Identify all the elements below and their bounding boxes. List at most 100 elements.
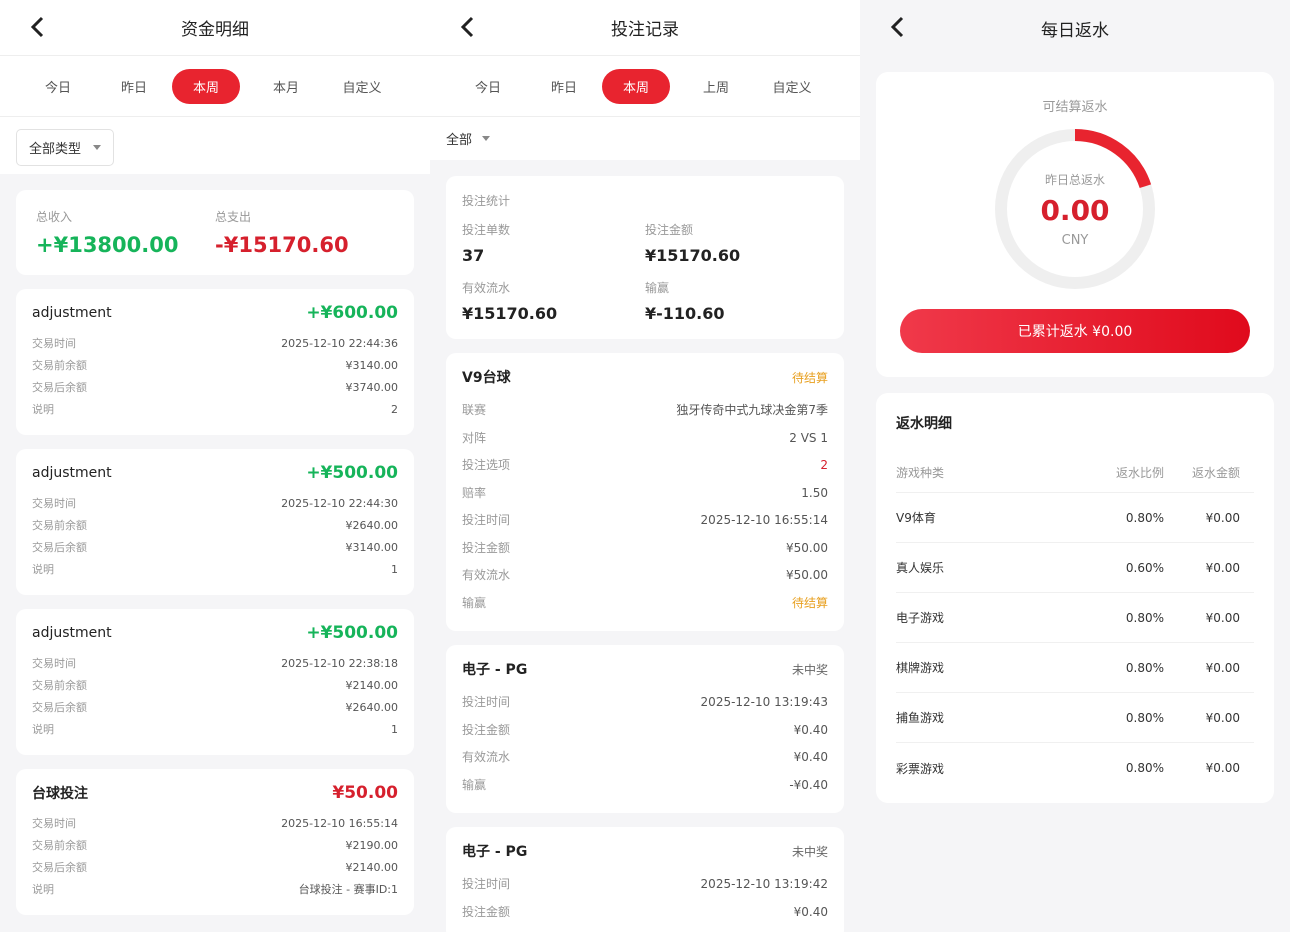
tab-custom[interactable]: 自定义 <box>754 69 830 104</box>
note-value: 2 <box>391 403 398 416</box>
summary-card: 总收入 +¥13800.00 总支出 -¥15170.60 <box>16 190 414 275</box>
table-row: 真人娱乐 0.60% ¥0.00 <box>896 543 1254 593</box>
bet-time-value: 2025-12-10 16:55:14 <box>700 513 828 527</box>
bet-name: 电子 - PG <box>462 844 528 860</box>
transaction-name: adjustment <box>32 625 112 641</box>
option-value: 2 <box>820 458 828 472</box>
transaction-card[interactable]: adjustment +¥500.00 交易时间 2025-12-10 22:44:… <box>16 449 414 595</box>
bet-card[interactable]: 电子 - PG 未中奖 投注时间 2025-12-10 13:19:43 投注金额 ¥… <box>446 645 844 813</box>
table-header: 游戏种类 返水比例 返水金额 <box>896 453 1254 493</box>
option-label: 投注选项 <box>462 458 511 472</box>
win-loss-value: -¥0.40 <box>789 777 828 792</box>
bet-count-value: 37 <box>462 246 485 265</box>
transaction-name: 台球投注 <box>32 786 88 802</box>
date-tabs: 今日 昨日 本周 本月 自定义 <box>0 56 430 116</box>
amount: ¥0.00 <box>1205 510 1240 525</box>
bet-count-label: 投注单数 <box>462 223 511 237</box>
table-row: 捕鱼游戏 0.80% ¥0.00 <box>896 693 1254 743</box>
game-type: 电子游戏 <box>896 611 945 625</box>
tab-this-week[interactable]: 本周 <box>172 68 240 104</box>
bet-stats-card: 投注统计 投注单数 37 投注金额 ¥15170.60 有效流水 ¥15170.60 … <box>446 176 844 339</box>
chevron-left-icon <box>460 16 474 38</box>
table-row: 电子游戏 0.80% ¥0.00 <box>896 593 1254 643</box>
filter-label: 全部 <box>446 133 473 148</box>
amount: ¥0.00 <box>1205 710 1240 725</box>
screen-daily-rebate: 每日返水 可结算返水 昨日总返水 0.00 CNY 已累计返水 ¥0.00 返水… <box>860 0 1290 932</box>
note-value: 1 <box>391 723 398 736</box>
chevron-left-icon <box>890 16 904 38</box>
rate: 0.80% <box>1125 610 1164 625</box>
bet-name: 电子 - PG <box>462 662 528 678</box>
expense-value: -¥15170.60 <box>215 233 349 257</box>
tab-today[interactable]: 今日 <box>450 69 526 104</box>
transaction-amount: ¥50.00 <box>332 783 398 803</box>
bet-card[interactable]: 电子 - PG 未中奖 投注时间 2025-12-10 13:19:42 投注金额 ¥… <box>446 827 844 932</box>
game-type: 捕鱼游戏 <box>896 711 945 725</box>
tab-yesterday[interactable]: 昨日 <box>526 69 602 104</box>
before-value: ¥2640.00 <box>345 519 399 532</box>
header: 资金明细 <box>0 0 430 56</box>
tab-last-week[interactable]: 上周 <box>678 69 754 104</box>
after-label: 交易后余额 <box>32 381 87 394</box>
bet-amount-value: ¥15170.60 <box>645 246 741 265</box>
transaction-card[interactable]: 台球投注 ¥50.00 交易时间 2025-12-10 16:55:14 交易前余额… <box>16 769 414 915</box>
tab-this-week[interactable]: 本周 <box>602 68 670 104</box>
table-title: 返水明细 <box>896 416 952 432</box>
transaction-amount: +¥500.00 <box>306 623 398 643</box>
valid-flow-label: 有效流水 <box>462 750 511 764</box>
gauge-label: 昨日总返水 <box>1044 172 1105 187</box>
win-loss-label: 输赢 <box>645 281 670 295</box>
table-row: 彩票游戏 0.80% ¥0.00 <box>896 743 1254 793</box>
transaction-card[interactable]: adjustment +¥500.00 交易时间 2025-12-10 22:38:… <box>16 609 414 755</box>
tab-this-month[interactable]: 本月 <box>248 69 324 104</box>
bet-status: 未中奖 <box>791 844 828 859</box>
transaction-name: adjustment <box>32 465 112 481</box>
caret-down-icon <box>482 136 491 141</box>
bet-amount-label: 投注金额 <box>462 722 511 737</box>
back-button[interactable] <box>458 15 482 41</box>
before-value: ¥3140.00 <box>345 359 399 372</box>
time-value: 2025-12-10 22:44:36 <box>281 337 398 350</box>
screen-fund-details: 资金明细 今日 昨日 本周 本月 自定义 全部类型 总收入 +¥13800.00… <box>0 0 430 932</box>
bet-amount-label: 投注金额 <box>462 904 511 919</box>
filter-dropdown[interactable]: 全部 <box>430 116 860 160</box>
stats-title: 投注统计 <box>462 194 511 208</box>
bet-time-label: 投注时间 <box>462 513 511 527</box>
tab-today[interactable]: 今日 <box>20 69 96 104</box>
type-dropdown-label: 全部类型 <box>29 142 82 157</box>
type-dropdown[interactable]: 全部类型 <box>16 129 115 166</box>
after-value: ¥3740.00 <box>345 381 399 394</box>
back-button[interactable] <box>28 15 52 41</box>
bet-amount-value: ¥50.00 <box>786 540 828 555</box>
accumulated-rebate-button[interactable]: 已累计返水 ¥0.00 <box>900 309 1250 353</box>
tab-custom[interactable]: 自定义 <box>324 69 400 104</box>
rate: 0.80% <box>1125 510 1164 525</box>
match-label: 对阵 <box>462 430 487 445</box>
tab-yesterday[interactable]: 昨日 <box>96 69 172 104</box>
settle-label: 可结算返水 <box>1042 100 1108 115</box>
rate: 0.80% <box>1125 660 1164 675</box>
back-button[interactable] <box>888 15 912 41</box>
note-value: 1 <box>391 563 398 576</box>
after-label: 交易后余额 <box>32 701 87 714</box>
odds-value: 1.50 <box>801 485 828 500</box>
note-label: 说明 <box>32 403 54 416</box>
valid-flow-value: ¥50.00 <box>786 568 828 582</box>
time-value: 2025-12-10 16:55:14 <box>281 817 398 830</box>
bet-time-label: 投注时间 <box>462 695 511 709</box>
win-loss-value: ¥-110.60 <box>645 304 725 323</box>
bet-status: 未中奖 <box>791 662 828 677</box>
income-value: +¥13800.00 <box>36 233 179 257</box>
transaction-card[interactable]: adjustment +¥600.00 交易时间 2025-12-10 22:44:… <box>16 289 414 435</box>
after-label: 交易后余额 <box>32 541 87 554</box>
gauge-unit: CNY <box>1061 232 1089 248</box>
amount: ¥0.00 <box>1205 761 1240 775</box>
before-value: ¥2140.00 <box>345 679 399 692</box>
caret-down-icon <box>93 145 102 150</box>
table-row: V9体育 0.80% ¥0.00 <box>896 493 1254 543</box>
bet-amount-value: ¥0.40 <box>793 722 828 737</box>
after-label: 交易后余额 <box>32 861 87 874</box>
odds-label: 赔率 <box>462 485 487 500</box>
bet-card[interactable]: V9台球 待结算 联赛 独牙传奇中式九球决金第7季 对阵 2 VS 1 投注选项 2 赔… <box>446 353 844 631</box>
gauge-value: 0.00 <box>1040 193 1110 227</box>
